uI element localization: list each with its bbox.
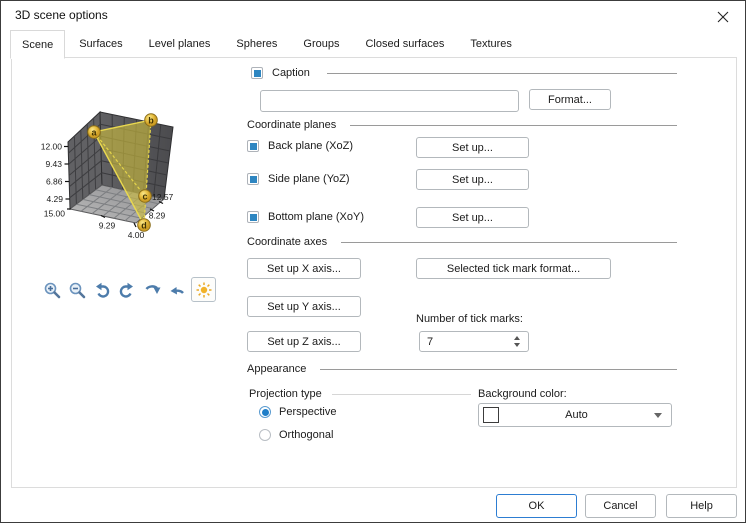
back-plane-checkbox[interactable] <box>247 140 259 152</box>
bottom-plane-row[interactable]: Bottom plane (XoY) <box>247 211 364 223</box>
back-plane-setup-button[interactable]: Set up... <box>416 137 529 158</box>
background-color-value: Auto <box>565 409 588 421</box>
close-button[interactable] <box>713 7 733 27</box>
zoom-out-icon[interactable] <box>66 279 88 301</box>
right-tick-label: 12.57 <box>152 192 174 202</box>
spinner-down-icon[interactable] <box>514 343 520 347</box>
side-plane-label: Side plane (YoZ) <box>268 173 350 185</box>
z-tick-label: 12.00 <box>41 142 63 152</box>
appearance-header: Appearance <box>247 363 677 375</box>
view-toolbar <box>41 277 216 302</box>
appearance-title: Appearance <box>247 363 307 375</box>
setup-y-axis-button[interactable]: Set up Y axis... <box>247 296 361 317</box>
bottom-plane-setup-button[interactable]: Set up... <box>416 207 529 228</box>
rotate-right-icon[interactable] <box>116 279 138 301</box>
caption-checkbox-row[interactable]: Caption <box>251 67 677 79</box>
background-color-swatch <box>483 407 499 423</box>
selected-tick-mark-format-button[interactable]: Selected tick mark format... <box>416 258 611 279</box>
tab-scene[interactable]: Scene <box>10 30 66 59</box>
perspective-label: Perspective <box>279 406 337 418</box>
dialog-3d-scene-options: 3D scene options Scene Surfaces Level pl… <box>0 0 746 523</box>
lighting-toggle[interactable] <box>191 277 216 302</box>
tick-count-value: 7 <box>427 335 434 348</box>
side-plane-setup-button[interactable]: Set up... <box>416 169 529 190</box>
side-plane-checkbox[interactable] <box>247 173 259 185</box>
tab-groups[interactable]: Groups <box>291 30 351 58</box>
tab-closed-surfaces[interactable]: Closed surfaces <box>353 30 456 58</box>
back-plane-label: Back plane (XoZ) <box>268 140 353 152</box>
zoom-in-icon[interactable] <box>41 279 63 301</box>
bottom-plane-label: Bottom plane (XoY) <box>268 211 364 223</box>
projection-type-header: Projection type <box>249 388 471 400</box>
spinner-up-icon[interactable] <box>514 336 520 340</box>
projection-type-label: Projection type <box>249 388 322 400</box>
close-icon <box>717 11 729 23</box>
orthogonal-radio-row[interactable]: Orthogonal <box>259 429 333 441</box>
caption-label: Caption <box>272 67 310 79</box>
chevron-down-icon <box>654 412 662 418</box>
rotate-backward-icon[interactable] <box>166 279 188 301</box>
scene-preview[interactable]: 12.00 9.43 6.86 4.29 15.00 9.29 4.00 8.2… <box>11 97 201 247</box>
tab-bar: Scene Surfaces Level planes Spheres Grou… <box>10 30 526 59</box>
caption-format-button[interactable]: Format... <box>529 89 611 110</box>
background-color-dropdown[interactable]: Auto <box>478 403 672 427</box>
z-tick-label: 4.29 <box>46 194 63 204</box>
tab-textures[interactable]: Textures <box>458 30 524 58</box>
sun-icon <box>196 282 211 297</box>
perspective-radio[interactable] <box>259 406 271 418</box>
z-tick-label: 6.86 <box>46 177 63 187</box>
tick-count-spinner[interactable]: 7 <box>419 331 529 352</box>
x-tick-label: 9.29 <box>99 221 116 231</box>
projection-type-divider <box>331 393 471 395</box>
rotate-forward-icon[interactable] <box>141 279 163 301</box>
appearance-divider <box>320 368 677 370</box>
tick-count-label: Number of tick marks: <box>416 313 523 325</box>
coordinate-planes-header: Coordinate planes <box>247 119 677 131</box>
tab-level-planes[interactable]: Level planes <box>137 30 223 58</box>
coordinate-axes-header: Coordinate axes <box>247 236 677 248</box>
caption-divider <box>326 72 677 74</box>
rotate-left-icon[interactable] <box>91 279 113 301</box>
setup-x-axis-button[interactable]: Set up X axis... <box>247 258 361 279</box>
side-plane-row[interactable]: Side plane (YoZ) <box>247 173 350 185</box>
coordinate-axes-title: Coordinate axes <box>247 236 328 248</box>
tab-spheres[interactable]: Spheres <box>224 30 289 58</box>
vertex-label-c: c <box>142 191 147 201</box>
caption-input[interactable] <box>260 90 519 112</box>
bottom-plane-checkbox[interactable] <box>247 211 259 223</box>
help-button[interactable]: Help <box>666 494 737 518</box>
back-plane-row[interactable]: Back plane (XoZ) <box>247 140 353 152</box>
z-tick-label: 9.43 <box>45 159 62 169</box>
dialog-title: 3D scene options <box>15 8 108 22</box>
cancel-button[interactable]: Cancel <box>585 494 656 518</box>
background-color-label: Background color: <box>478 388 567 400</box>
right-tick-label: 8.29 <box>149 211 166 221</box>
caption-checkbox[interactable] <box>251 67 263 79</box>
vertex-label-b: b <box>148 115 154 125</box>
scene-preview-canvas: 12.00 9.43 6.86 4.29 15.00 9.29 4.00 8.2… <box>41 110 174 240</box>
ok-button[interactable]: OK <box>496 494 577 518</box>
coordinate-axes-divider <box>341 241 677 243</box>
tab-surfaces[interactable]: Surfaces <box>67 30 134 58</box>
orthogonal-label: Orthogonal <box>279 429 334 441</box>
setup-z-axis-button[interactable]: Set up Z axis... <box>247 331 361 352</box>
corner-label: 15.00 <box>44 209 66 219</box>
vertex-label-d: d <box>141 220 147 230</box>
coordinate-planes-divider <box>350 124 677 126</box>
orthogonal-radio[interactable] <box>259 429 271 441</box>
coordinate-planes-title: Coordinate planes <box>247 119 337 131</box>
perspective-radio-row[interactable]: Perspective <box>259 406 336 418</box>
